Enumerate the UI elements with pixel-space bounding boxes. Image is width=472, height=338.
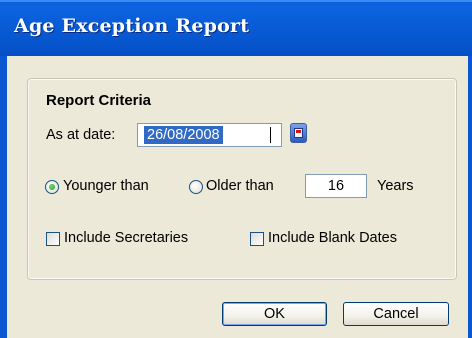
as-at-date-value: 26/08/2008 [144, 126, 223, 144]
younger-than-label[interactable]: Younger than [63, 178, 149, 194]
younger-than-radio[interactable] [45, 180, 59, 194]
calendar-icon [294, 128, 303, 138]
window-frame-right [468, 56, 472, 338]
dialog-window: Age Exception Report Report Criteria As … [0, 0, 472, 338]
title-bar-highlight [0, 0, 472, 2]
as-at-date-input[interactable]: 26/08/2008 [137, 123, 282, 147]
cancel-button[interactable]: Cancel [343, 302, 449, 326]
include-secretaries-checkbox[interactable] [46, 232, 60, 246]
years-label: Years [377, 178, 414, 194]
calendar-button[interactable] [290, 123, 307, 143]
older-than-radio[interactable] [189, 180, 203, 194]
window-frame-left [0, 56, 7, 338]
window-title: Age Exception Report [14, 15, 250, 37]
years-input[interactable]: 16 [305, 174, 367, 198]
include-blank-dates-label[interactable]: Include Blank Dates [268, 230, 397, 246]
include-blank-dates-checkbox[interactable] [250, 232, 264, 246]
dialog-body: Report Criteria As at date: 26/08/2008 Y… [7, 56, 468, 338]
ok-button[interactable]: OK [222, 302, 327, 326]
title-bar[interactable]: Age Exception Report [0, 0, 472, 56]
text-caret [270, 127, 271, 143]
older-than-label[interactable]: Older than [206, 178, 274, 194]
report-criteria-title: Report Criteria [46, 92, 152, 109]
include-secretaries-label[interactable]: Include Secretaries [64, 230, 188, 246]
as-at-date-label: As at date: [46, 127, 116, 143]
